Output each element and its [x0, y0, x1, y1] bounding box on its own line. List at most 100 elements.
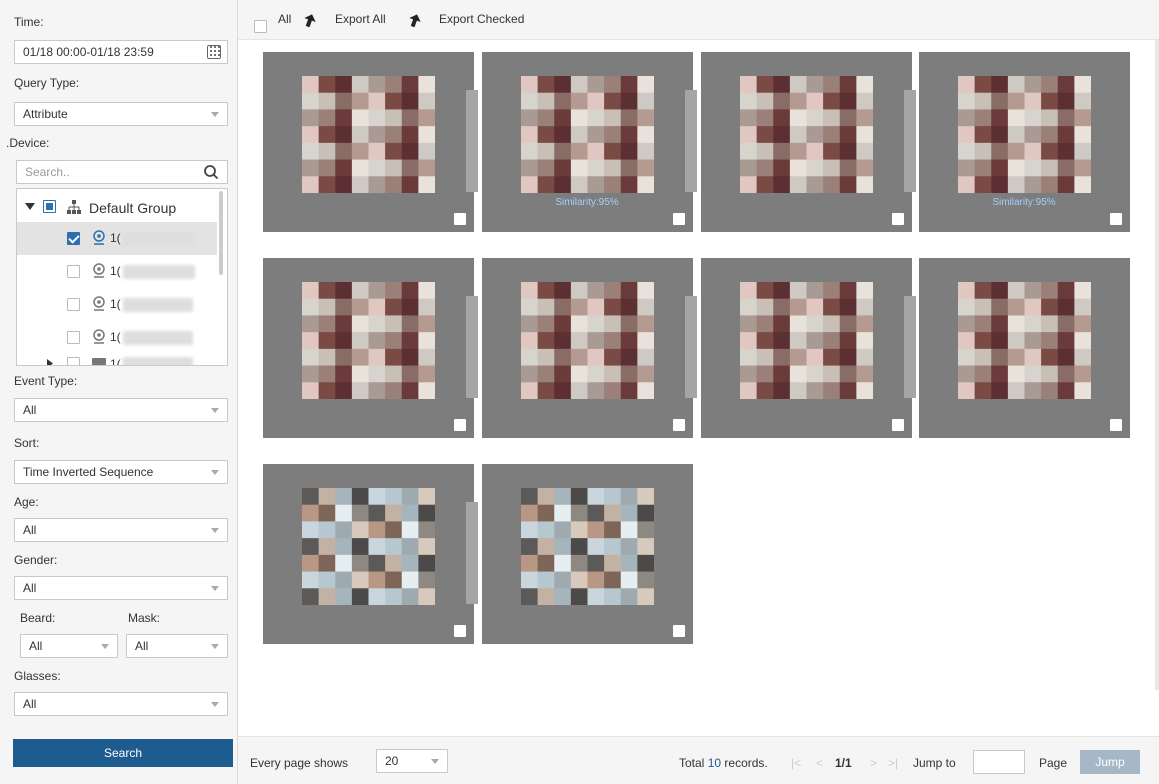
results-panel: All Export All Export Checked Similarity… [238, 0, 1159, 784]
card-checkbox[interactable] [892, 213, 904, 225]
glasses-select[interactable]: All [14, 692, 228, 716]
card-checkbox[interactable] [892, 419, 904, 431]
tree-device-item[interactable]: 1( [17, 321, 217, 354]
tree-group-default[interactable]: Default Group [17, 191, 217, 224]
device-checkbox[interactable] [67, 232, 80, 245]
search-button[interactable]: Search [13, 739, 233, 767]
device-checkbox[interactable] [67, 298, 80, 311]
mask-label: Mask: [128, 611, 161, 625]
nvr-icon [92, 358, 106, 365]
jump-page-input[interactable] [973, 750, 1025, 774]
time-range-value: 01/18 00:00-01/18 23:59 [23, 45, 154, 59]
device-name: 1( [110, 357, 121, 366]
group-checkbox[interactable] [43, 200, 56, 213]
beard-select[interactable]: All [20, 634, 118, 658]
card-checkbox[interactable] [454, 213, 466, 225]
card-checkbox[interactable] [454, 419, 466, 431]
event-type-select[interactable]: All [14, 398, 228, 422]
redacted-text [123, 265, 195, 279]
prev-page-icon[interactable]: < [816, 756, 823, 770]
result-card[interactable] [919, 258, 1130, 438]
device-checkbox[interactable] [67, 357, 80, 365]
age-select[interactable]: All [14, 518, 228, 542]
query-type-select[interactable]: Attribute [14, 102, 228, 126]
tree-scrollbar[interactable] [219, 191, 223, 275]
face-snapshot [958, 76, 1092, 194]
jump-button[interactable]: Jump [1080, 750, 1140, 774]
face-snapshot [521, 76, 655, 194]
result-card[interactable] [263, 258, 478, 438]
device-name: 1( [110, 330, 121, 344]
time-range-input[interactable]: 01/18 00:00-01/18 23:59 [14, 40, 228, 64]
card-checkbox[interactable] [673, 625, 685, 637]
total-prefix: Total [679, 756, 705, 770]
org-tree-icon [67, 200, 81, 214]
result-card[interactable] [263, 464, 478, 644]
similarity-label: Similarity:95% [555, 197, 619, 208]
result-card[interactable] [263, 52, 478, 232]
card-checkbox[interactable] [673, 419, 685, 431]
export-all-button[interactable]: Export All [335, 12, 386, 26]
chevron-down-icon [211, 470, 219, 475]
search-icon[interactable] [203, 164, 219, 180]
card-checkbox[interactable] [673, 213, 685, 225]
device-checkbox[interactable] [67, 265, 80, 278]
total-suffix: records. [724, 756, 768, 770]
redacted-text [123, 232, 193, 246]
device-search-input[interactable]: Search.. [16, 160, 228, 184]
select-all-label[interactable]: All [278, 12, 291, 26]
card-divider [466, 502, 478, 604]
page-size-select[interactable]: 20 [376, 749, 448, 773]
mask-value: All [135, 639, 149, 653]
card-checkbox[interactable] [1110, 419, 1122, 431]
mask-select[interactable]: All [126, 634, 228, 658]
result-card[interactable]: Similarity:95% [919, 52, 1130, 232]
gender-select[interactable]: All [14, 576, 228, 600]
pagination-bar: Every page shows 20 Total 10 records. |<… [238, 736, 1159, 784]
caret-right-icon[interactable] [47, 359, 53, 366]
beard-label: Beard: [20, 611, 56, 625]
face-snapshot [302, 282, 436, 400]
device-tree: Default Group 1( 1( 1( 1(1( [16, 188, 228, 366]
export-checked-button[interactable]: Export Checked [439, 12, 524, 26]
result-card[interactable] [482, 258, 697, 438]
last-page-icon[interactable]: >| [888, 756, 898, 770]
redacted-text [123, 331, 193, 345]
device-search-placeholder: Search.. [25, 165, 70, 179]
total-records: Total 10 records. [679, 756, 768, 770]
select-all-checkbox[interactable] [254, 20, 267, 33]
device-checkbox[interactable] [67, 331, 80, 344]
event-type-label: Event Type: [14, 374, 78, 388]
results-scrollbar[interactable] [1155, 40, 1159, 690]
face-snapshot [740, 76, 874, 194]
result-card[interactable]: Similarity:95% [482, 52, 697, 232]
tree-device-item[interactable]: 1( [17, 351, 217, 366]
result-card[interactable] [701, 258, 916, 438]
tree-device-item[interactable]: 1( [17, 288, 217, 321]
face-snapshot [302, 488, 436, 606]
similarity-label: Similarity:95% [992, 197, 1056, 208]
sort-value: Time Inverted Sequence [23, 465, 154, 479]
face-snapshot [521, 282, 655, 400]
chevron-down-icon [211, 586, 219, 591]
tree-device-item[interactable]: 1( [17, 255, 217, 288]
tree-device-item[interactable]: 1( [17, 222, 217, 255]
chevron-down-icon [211, 408, 219, 413]
sort-label: Sort: [14, 436, 40, 450]
result-card[interactable] [701, 52, 916, 232]
gender-label: Gender: [14, 553, 58, 567]
caret-down-icon[interactable] [25, 203, 35, 211]
card-checkbox[interactable] [454, 625, 466, 637]
card-checkbox[interactable] [1110, 213, 1122, 225]
calendar-icon[interactable] [207, 45, 221, 59]
device-name: 1( [110, 264, 121, 278]
export-icon [409, 14, 421, 27]
card-divider [466, 90, 478, 192]
first-page-icon[interactable]: |< [791, 756, 801, 770]
next-page-icon[interactable]: > [870, 756, 877, 770]
jump-to-label: Jump to [913, 756, 956, 770]
results-toolbar: All Export All Export Checked [238, 0, 1159, 40]
sort-select[interactable]: Time Inverted Sequence [14, 460, 228, 484]
export-icon [304, 14, 316, 27]
result-card[interactable] [482, 464, 693, 644]
